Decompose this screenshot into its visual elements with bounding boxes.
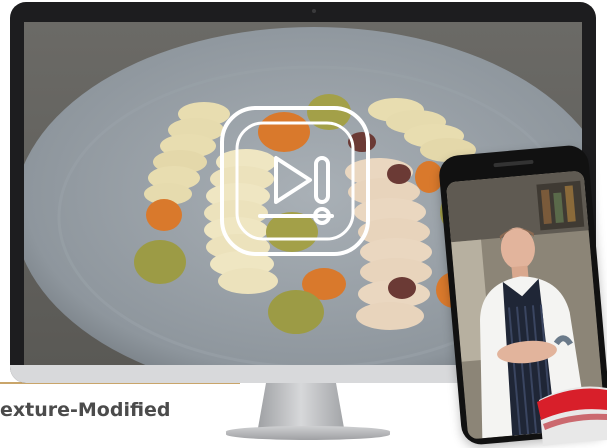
monitor-stand bbox=[258, 383, 344, 428]
monitor-camera bbox=[312, 9, 316, 13]
video-play-icon[interactable] bbox=[220, 106, 370, 256]
sauce-jar-image bbox=[537, 386, 607, 446]
caption-text: exture-Modified bbox=[0, 399, 171, 421]
monitor-stand-base bbox=[226, 426, 390, 440]
